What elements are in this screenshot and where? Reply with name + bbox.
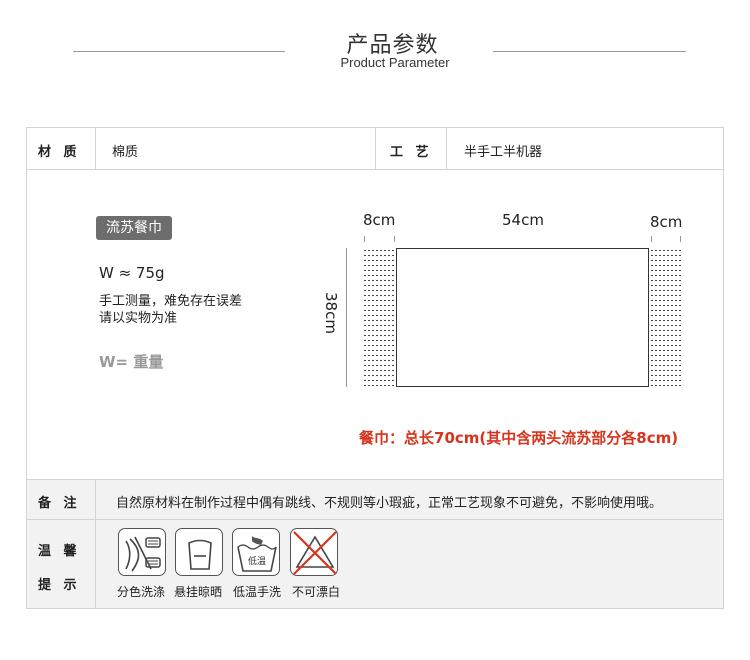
left-fringe [364, 250, 394, 386]
right-fringe [651, 250, 681, 386]
weight-definition: W= 重量 [99, 353, 164, 371]
separate-color-wash-icon [118, 528, 166, 576]
remarks-label: 备 注 [38, 496, 77, 511]
remarks-text: 自然原材料在制作过程中偶有跳线、不规则等小瑕疵，正常工艺现象不可避免，不影响使用… [116, 496, 663, 511]
care-label-wash: 分色洗涤 [117, 585, 166, 599]
craft-value: 半手工半机器 [464, 145, 543, 160]
left-fringe-dimension: 8cm [363, 211, 396, 229]
low-temp-hand-wash-icon: 低温 [232, 528, 280, 576]
dimension-tick [394, 236, 395, 242]
dimension-tick [364, 236, 365, 242]
row-divider [26, 519, 724, 520]
hang-dry-icon [175, 528, 223, 576]
care-label-hang: 悬挂晾晒 [174, 585, 223, 599]
craft-label: 工 艺 [390, 145, 429, 160]
col-divider [95, 479, 96, 609]
measure-note: 手工测量，难免存在误差 请以实物为准 [99, 293, 242, 327]
material-label: 材 质 [38, 145, 77, 160]
right-fringe-dimension: 8cm [650, 213, 683, 231]
care-label-line1: 温 馨 [38, 544, 77, 559]
row-divider [26, 479, 724, 480]
care-label-handwash: 低温手洗 [233, 585, 282, 599]
product-weight: W ≈ 75g [99, 264, 165, 282]
napkin-body [396, 248, 649, 387]
dimension-tick [651, 236, 652, 242]
care-label-nobleach: 不可漂白 [292, 585, 341, 599]
col-divider [375, 127, 376, 169]
page-subtitle: Product Parameter [340, 55, 450, 70]
col-divider [95, 127, 96, 169]
height-guide-line [346, 248, 347, 387]
body-length-dimension: 54cm [502, 211, 544, 229]
low-temp-text: 低温 [248, 555, 266, 567]
col-divider [446, 127, 447, 169]
no-bleach-icon [290, 528, 338, 576]
measure-note-line1: 手工测量，难免存在误差 [99, 294, 243, 309]
measure-note-line2: 请以实物为准 [99, 311, 178, 326]
total-length-note: 餐巾：总长70cm(其中含两头流苏部分各8cm) [359, 429, 679, 447]
height-dimension: 38cm [322, 292, 340, 334]
product-name-badge: 流苏餐巾 [96, 216, 172, 240]
material-value: 棉质 [112, 145, 139, 160]
dimension-tick [680, 236, 681, 242]
care-label-line2: 提 示 [38, 578, 77, 593]
row-divider [26, 169, 724, 170]
